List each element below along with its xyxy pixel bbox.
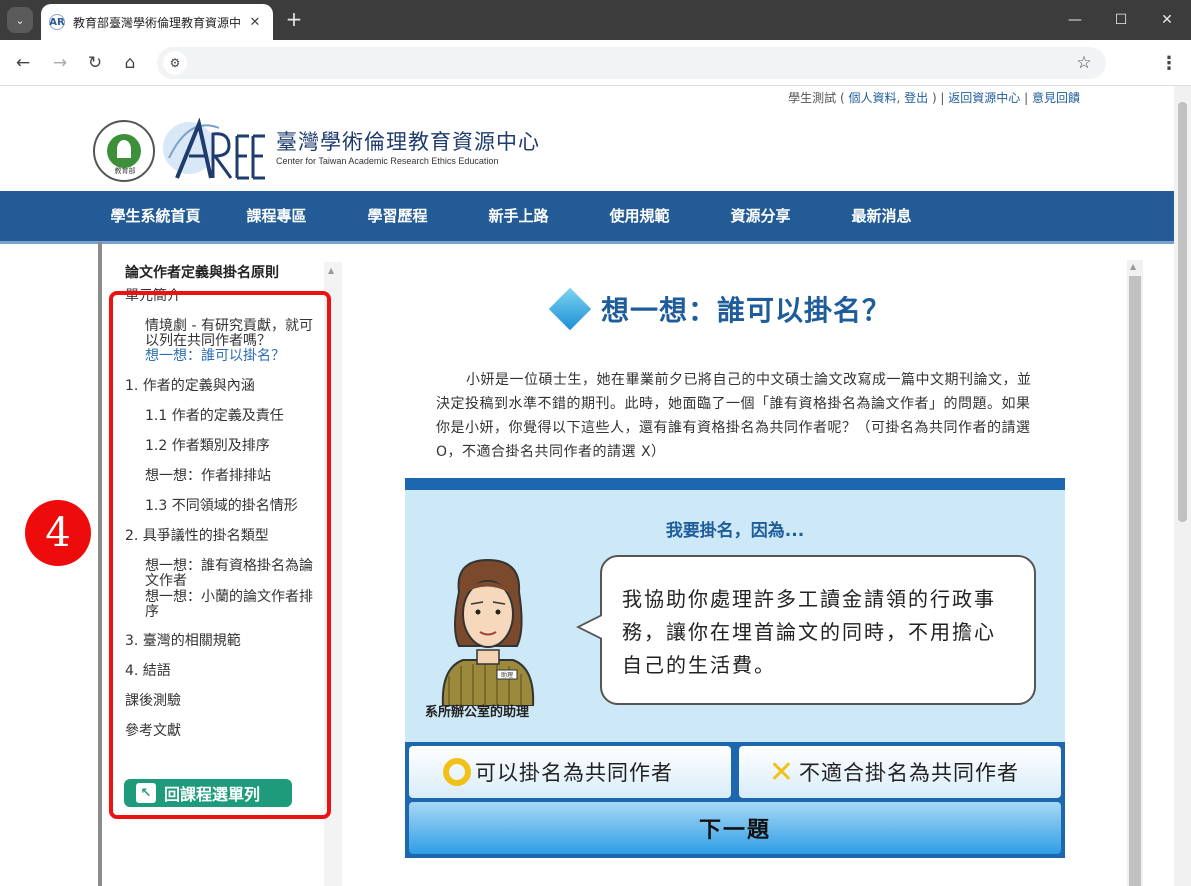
next-question-row: 下一題: [405, 802, 1065, 858]
scroll-up-icon[interactable]: ▲: [328, 266, 334, 275]
toc-item-section-2[interactable]: 2. 具爭議性的掛名類型: [125, 529, 321, 544]
user-links: 學生測試 ( 個人資料, 登出 ) | 返回資源中心 | 意見回饋: [788, 89, 1080, 106]
aree-logo-icon: [163, 118, 265, 180]
diamond-icon: [548, 287, 592, 331]
cannot-sign-button[interactable]: ✕ 不適合掛名為共同作者: [739, 746, 1061, 798]
scroll-up-icon[interactable]: ▲: [1130, 262, 1136, 271]
feedback-link[interactable]: 意見回饋: [1032, 91, 1080, 105]
site-logo[interactable]: 教育部 臺灣學術倫理教育資源中心 Center for Taiwan Acade…: [93, 118, 539, 184]
content-scrollbar[interactable]: ▲: [1127, 260, 1143, 886]
back-button[interactable]: ←: [9, 49, 37, 77]
link-sep: |: [1020, 91, 1032, 105]
cannot-sign-label: 不適合掛名為共同作者: [799, 761, 1019, 785]
moe-seal-text: 教育部: [114, 167, 136, 175]
page-scroll-thumb[interactable]: [1178, 102, 1187, 522]
arrow-up-left-icon: ↖: [136, 783, 156, 803]
forward-button[interactable]: →: [46, 49, 74, 77]
nav-item-terms[interactable]: 使用規範: [579, 191, 700, 241]
tab-list-button[interactable]: ⌄: [7, 7, 33, 33]
browser-tab-strip: ⌄ AR 教育部臺灣學術倫理教育資源中 ✕ + — ☐ ✕: [0, 0, 1191, 40]
assistant-avatar-icon: 助理: [441, 558, 535, 706]
course-sidebar: 論文作者定義與掛名原則 ▲ 單元簡介 情境劇 - 有研究貢獻，就可以列在共同作者…: [102, 244, 342, 886]
toc-item-who-can-sign[interactable]: 想一想：誰可以掛名？: [145, 349, 323, 364]
scenario-text-body: 小妍是一位碩士生，她在畢業前夕已將自己的中文碩士論文改寫成一篇中文期刊論文，並決…: [436, 372, 1032, 460]
next-question-button[interactable]: 下一題: [409, 802, 1061, 854]
nav-item-courses[interactable]: 課程專區: [216, 191, 337, 241]
nav-item-resources[interactable]: 資源分享: [700, 191, 821, 241]
nav-item-history[interactable]: 學習歷程: [337, 191, 458, 241]
step-number-badge: 4: [25, 500, 91, 566]
address-bar[interactable]: ⚙ ☆: [157, 47, 1106, 79]
home-button[interactable]: ⌂: [116, 49, 144, 77]
scenario-text: 小妍是一位碩士生，她在畢業前夕已將自己的中文碩士論文改寫成一篇中文期刊論文，並決…: [436, 368, 1042, 464]
speech-bubble: 我協助你處理許多工讀金請領的行政事務，讓你在埋首論文的同時，不用擔心自己的生活費…: [600, 555, 1036, 705]
toc-item-author-order[interactable]: 想一想：作者排排站: [145, 469, 323, 484]
sidebar-scrollbar[interactable]: ▲: [324, 262, 342, 886]
site-info-icon[interactable]: ⚙: [163, 51, 187, 75]
suffix-sep: ) |: [928, 91, 949, 105]
toc-item-xiaolan[interactable]: 想一想：小蘭的論文作者排序: [145, 590, 323, 620]
profile-link[interactable]: 個人資料: [848, 91, 896, 105]
window-close-button[interactable]: ✕: [1144, 0, 1190, 40]
toc-item-drama[interactable]: 情境劇 - 有研究貢獻，就可以列在共同作者嗎？: [145, 319, 323, 349]
toc-item-section-1[interactable]: 1. 作者的定義與內涵: [125, 379, 321, 394]
site-favicon-icon: AR: [49, 14, 65, 30]
scroll-thumb[interactable]: [1129, 276, 1141, 886]
bookmark-star-icon[interactable]: ☆: [1072, 51, 1096, 75]
quiz-card: 我要掛名，因為... 助理 系所辦公室的助理 我協助你處理許多工讀金請領的行政事…: [405, 478, 1065, 858]
browser-toolbar: ← → ↻ ⌂ ⚙ ☆ ⋮: [0, 40, 1191, 86]
character-caption: 系所辦公室的助理: [425, 705, 530, 720]
browser-menu-button[interactable]: ⋮: [1157, 49, 1181, 77]
toc-item-1-2[interactable]: 1.2 作者類別及排序: [145, 439, 323, 454]
main-nav: 學生系統首頁 課程專區 學習歷程 新手上路 使用規範 資源分享 最新消息: [0, 191, 1174, 241]
nav-item-home[interactable]: 學生系統首頁: [95, 191, 216, 241]
reload-button[interactable]: ↻: [81, 49, 109, 77]
question-heading: 想一想：誰可以掛名？: [548, 287, 892, 331]
quiz-banner: 我要掛名，因為...: [665, 521, 805, 541]
circle-o-icon: [443, 758, 471, 786]
name-badge-text: 助理: [501, 671, 513, 679]
toc-item-eligibility[interactable]: 想一想：誰有資格掛名為論文作者: [145, 559, 323, 589]
toc-item-intro[interactable]: 單元簡介: [125, 289, 321, 304]
nav-item-news[interactable]: 最新消息: [821, 191, 942, 241]
toc-item-quiz[interactable]: 課後測驗: [125, 694, 321, 709]
moe-seal-logo: 教育部: [93, 120, 155, 182]
toc-item-section-4[interactable]: 4. 結語: [125, 664, 321, 679]
site-subtitle: Center for Taiwan Academic Research Ethi…: [276, 156, 499, 166]
resource-center-link[interactable]: 返回資源中心: [948, 91, 1020, 105]
back-button-label: 回課程選單列: [164, 785, 261, 804]
can-sign-label: 可以掛名為共同作者: [475, 761, 673, 785]
sidebar-title: 論文作者定義與掛名原則: [125, 265, 279, 281]
tab-close-icon[interactable]: ✕: [245, 12, 265, 32]
minimize-button[interactable]: —: [1052, 0, 1098, 40]
comma-sep: ,: [896, 91, 905, 105]
logout-link[interactable]: 登出: [904, 91, 928, 105]
cross-x-icon: ✕: [768, 754, 796, 790]
can-sign-button[interactable]: 可以掛名為共同作者: [409, 746, 731, 798]
back-to-course-menu-button[interactable]: ↖ 回課程選單列: [124, 779, 292, 807]
page-scrollbar[interactable]: [1174, 86, 1191, 886]
answer-choices: 可以掛名為共同作者 ✕ 不適合掛名為共同作者: [405, 742, 1065, 802]
new-tab-button[interactable]: +: [283, 7, 305, 31]
maximize-button[interactable]: ☐: [1098, 0, 1144, 40]
speech-bubble-tail-fill: [580, 616, 602, 638]
toc-item-1-1[interactable]: 1.1 作者的定義及責任: [145, 409, 323, 424]
toc-item-1-3[interactable]: 1.3 不同領域的掛名情形: [145, 499, 323, 514]
site-title: 臺灣學術倫理教育資源中心: [276, 130, 540, 154]
user-name: 學生測試 (: [788, 91, 849, 105]
nav-item-getting-started[interactable]: 新手上路: [458, 191, 579, 241]
toc-item-references[interactable]: 參考文獻: [125, 724, 321, 739]
question-title: 想一想：誰可以掛名？: [601, 294, 892, 327]
browser-tab[interactable]: AR 教育部臺灣學術倫理教育資源中 ✕: [41, 4, 273, 40]
toc-item-section-3[interactable]: 3. 臺灣的相關規範: [125, 634, 321, 649]
tab-title: 教育部臺灣學術倫理教育資源中: [73, 15, 242, 30]
